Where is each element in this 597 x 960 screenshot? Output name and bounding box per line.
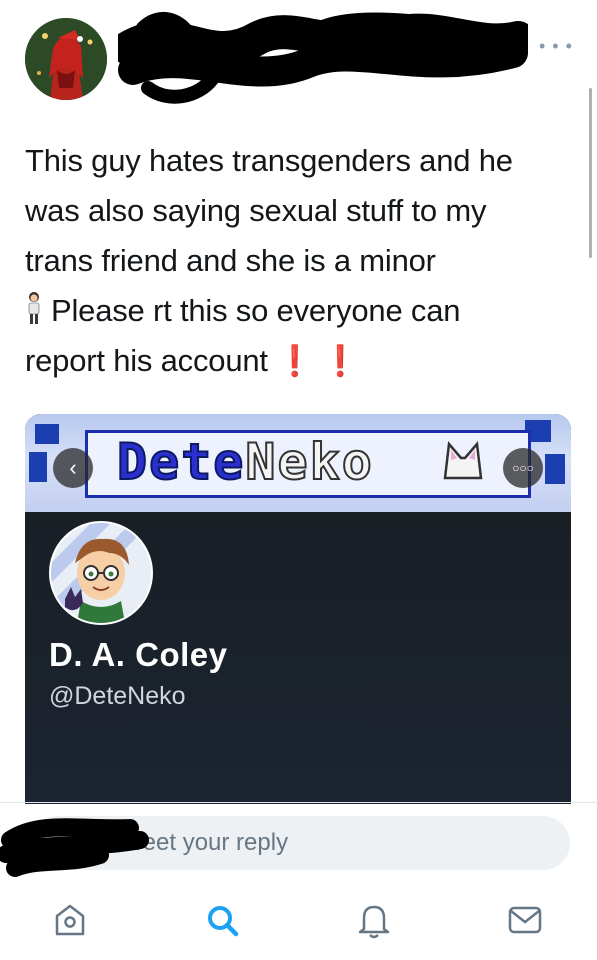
tab-messages[interactable]	[505, 896, 545, 944]
divider	[0, 802, 597, 803]
profile-avatar-image	[51, 523, 151, 623]
tab-search[interactable]	[203, 896, 243, 944]
profile-card[interactable]: DeteNeko ‹ ○○○ D. A. Coley @DeteNeko	[25, 414, 571, 804]
more-horizontal-icon[interactable]: • • •	[539, 36, 573, 57]
tab-notifications[interactable]	[354, 896, 394, 944]
profile-banner: DeteNeko ‹ ○○○	[25, 414, 571, 512]
tweet-text: This guy hates transgenders and he was a…	[25, 136, 575, 387]
tweet-line: report his account	[25, 343, 268, 378]
profile-display-name[interactable]: D. A. Coley	[49, 636, 227, 674]
red-exclamation-icon: ❗	[321, 344, 359, 379]
profile-handle[interactable]: @DeteNeko	[49, 682, 186, 711]
redacted-reply-avatar-scribble	[0, 818, 149, 877]
bell-icon	[358, 905, 390, 939]
more-options-icon[interactable]: ○○○	[503, 448, 543, 488]
woman-standing-emoji	[28, 292, 40, 324]
tweet-line: trans friend and she is a minor	[25, 243, 436, 278]
tweet-line: This guy hates transgenders and he	[25, 143, 513, 178]
search-icon	[208, 906, 239, 937]
tweet-line: Please rt this so everyone can	[51, 293, 461, 328]
scrollbar[interactable]	[589, 88, 592, 258]
profile-avatar[interactable]	[49, 521, 153, 625]
tweet-line: was also saying sexual stuff to my	[25, 193, 487, 228]
tweet-line-with-exclamations: report his account ❗ ❗	[25, 336, 575, 387]
redacted-username-scribble	[118, 12, 528, 104]
banner-logo-text: DeteNeko	[116, 432, 374, 492]
mail-icon	[508, 906, 542, 934]
back-arrow-icon[interactable]: ‹	[53, 448, 93, 488]
author-avatar-image	[25, 18, 107, 100]
tweet-line-with-emoji: Please rt this so everyone can	[25, 286, 575, 336]
tab-home[interactable]	[50, 896, 90, 944]
banner-logo-neko: Neko	[244, 432, 374, 492]
cat-ears-icon	[443, 441, 483, 480]
author-avatar[interactable]	[25, 18, 107, 100]
red-exclamation-icon: ❗	[276, 344, 314, 379]
banner-logo-dete: Dete	[116, 432, 246, 492]
home-icon	[55, 904, 85, 936]
